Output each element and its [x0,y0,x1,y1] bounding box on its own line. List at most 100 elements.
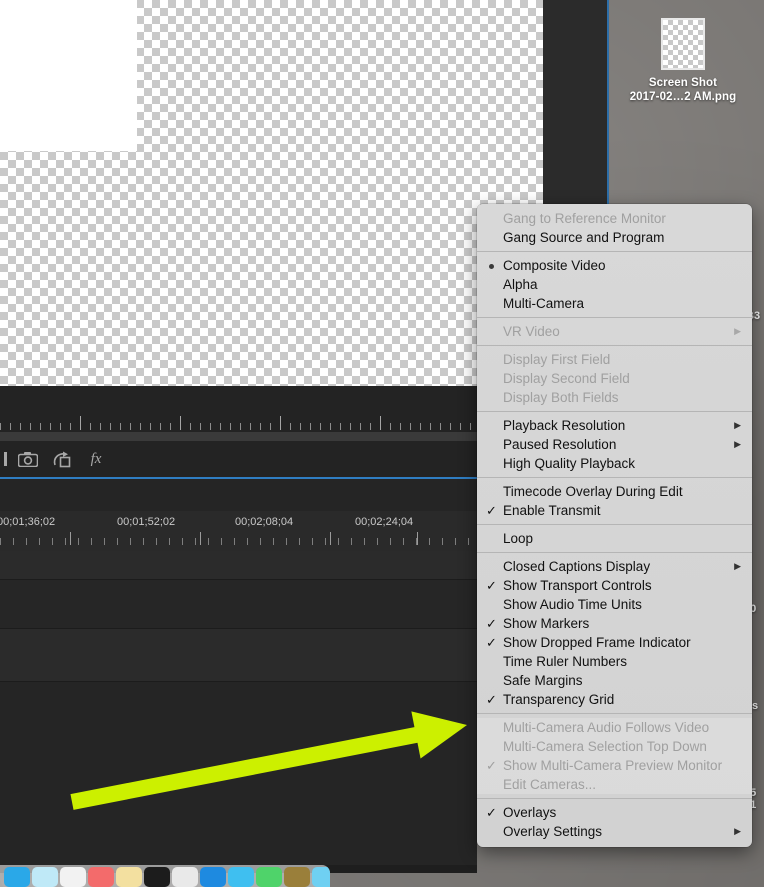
program-monitor-zoom-scrollbar[interactable] [0,432,477,441]
menu-item-enable-transmit[interactable]: ✓ Enable Transmit [477,501,752,520]
macos-dock[interactable] [0,865,330,887]
menu-item-label: Show Transport Controls [503,578,652,593]
desktop-file-label-line2: 2017-02…2 AM.png [629,91,737,103]
screen: Screen Shot 2017-02…2 AM.png B320sa521 1… [0,0,764,887]
menu-item-label: Transparency Grid [503,692,615,707]
menu-group: Timecode Overlay During Edit ✓ Enable Tran… [477,482,752,520]
menu-item-label: Multi-Camera Selection Top Down [503,739,707,754]
dock-item-finder[interactable] [4,867,30,887]
menu-item-label: Show Markers [503,616,590,631]
background-text-fragment: s [752,700,759,712]
menu-item-transparency-grid[interactable]: ✓ Transparency Grid [477,690,752,709]
menu-item-gang-to-reference-monitor: Gang to Reference Monitor [477,209,752,228]
dock-item-messages[interactable] [228,867,254,887]
check-icon: ✓ [486,692,497,707]
menu-item-label: Show Dropped Frame Indicator [503,635,691,650]
menu-item-show-transport-controls[interactable]: ✓ Show Transport Controls [477,576,752,595]
desktop-file-icon[interactable]: Screen Shot 2017-02…2 AM.png [620,18,746,104]
menu-separator [477,552,752,553]
menu-item-label: Enable Transmit [503,503,601,518]
menu-item-alpha[interactable]: Alpha [477,275,752,294]
menu-item-label: Display Both Fields [503,390,619,405]
dock-item-premiere[interactable] [284,867,310,887]
menu-item-overlays[interactable]: ✓ Overlays [477,803,752,822]
menu-group: Gang to Reference Monitor Gang Source and… [477,209,752,247]
menu-item-closed-captions-display[interactable]: Closed Captions Display ▶ [477,557,752,576]
timeline-tracks-area[interactable] [0,551,477,865]
menu-group: Composite Video Alpha Multi-Camera [477,256,752,313]
menu-item-label: Multi-Camera [503,296,585,311]
program-monitor-toolbar [0,386,477,410]
dock-item-notes[interactable] [116,867,142,887]
menu-item-show-audio-time-units[interactable]: Show Audio Time Units [477,595,752,614]
timecode-label: 00;02;08;04 [235,516,294,528]
menu-item-show-dropped-frame-indicator[interactable]: ✓ Show Dropped Frame Indicator [477,633,752,652]
menu-separator [477,345,752,346]
menu-item-label: Gang Source and Program [503,230,665,245]
export-frame-button[interactable] [16,449,40,469]
menu-item-timecode-overlay-during-edit[interactable]: Timecode Overlay During Edit [477,482,752,501]
menu-item-label: Safe Margins [503,673,583,688]
menu-item-label: Overlays [503,805,557,820]
menu-item-overlay-settings[interactable]: Overlay Settings ▶ [477,822,752,841]
submenu-arrow-icon: ▶ [734,439,741,449]
dock-item-preview[interactable] [172,867,198,887]
menu-item-show-markers[interactable]: ✓ Show Markers [477,614,752,633]
menu-item-label: Timecode Overlay During Edit [503,484,683,499]
dock-item-terminal[interactable] [144,867,170,887]
menu-group: Multi-Camera Audio Follows Video Multi-Ca… [477,718,752,794]
menu-item-multi-camera-selection-top-down: Multi-Camera Selection Top Down [477,737,752,756]
check-icon: ✓ [486,805,497,820]
check-icon: ✓ [486,503,497,518]
timeline-time-ruler[interactable]: 00;01;36;02 00;01;52;02 00;02;08;04 00;02;2… [0,511,477,551]
menu-item-safe-margins[interactable]: Safe Margins [477,671,752,690]
submenu-arrow-icon: ▶ [734,561,741,571]
adjacent-panel-dark [543,0,608,204]
menu-item-time-ruler-numbers[interactable]: Time Ruler Numbers [477,652,752,671]
timeline-track-v2[interactable] [0,551,477,579]
menu-item-high-quality-playback[interactable]: High Quality Playback [477,454,752,473]
menu-item-paused-resolution[interactable]: Paused Resolution ▶ [477,435,752,454]
menu-item-composite-video[interactable]: Composite Video [477,256,752,275]
timeline-track-v1[interactable] [0,580,477,628]
menu-item-gang-source-and-program[interactable]: Gang Source and Program [477,228,752,247]
menu-separator [477,411,752,412]
menu-item-label: Paused Resolution [503,437,617,452]
menu-item-display-first-field: Display First Field [477,350,752,369]
timeline-major-ticks [0,532,477,545]
menu-item-label: Overlay Settings [503,824,603,839]
menu-separator [477,477,752,478]
timecode-label: 00;02;24;04 [355,516,414,528]
dock-item-safari[interactable] [32,867,58,887]
check-icon: ✓ [486,578,497,593]
timecode-label: 00;01;36;02 [0,516,56,528]
menu-item-multi-camera-audio-follows-video: Multi-Camera Audio Follows Video [477,718,752,737]
dock-item-mail[interactable] [60,867,86,887]
menu-separator [477,798,752,799]
menu-item-playback-resolution[interactable]: Playback Resolution ▶ [477,416,752,435]
menu-group: VR Video ▶ [477,322,752,341]
menu-item-vr-video: VR Video ▶ [477,322,752,341]
opaque-image-region [0,0,137,151]
submenu-arrow-icon: ▶ [734,826,741,836]
menu-item-loop[interactable]: Loop [477,529,752,548]
menu-item-show-multi-camera-preview-monitor: ✓ Show Multi-Camera Preview Monitor [477,756,752,775]
dock-item-itunes[interactable] [312,867,330,887]
dock-item-appstore[interactable] [200,867,226,887]
check-icon: ✓ [486,616,497,631]
menu-item-label: Display First Field [503,352,611,367]
menu-item-multi-camera[interactable]: Multi-Camera [477,294,752,313]
fx-icon[interactable]: fx [84,449,108,469]
timeline-track-a1[interactable] [0,629,477,681]
program-monitor-settings-menu[interactable]: Gang to Reference Monitor Gang Source and… [477,204,752,847]
comparison-view-button[interactable] [50,449,74,469]
marker-button[interactable] [0,449,12,469]
dock-item-photos[interactable] [88,867,114,887]
menu-group: Display First Field Display Second Field D… [477,350,752,407]
panel-focus-border [607,0,609,204]
program-monitor-time-ruler[interactable] [0,410,477,432]
dock-item-facetime[interactable] [256,867,282,887]
menu-item-display-both-fields: Display Both Fields [477,388,752,407]
timeline-track-a2[interactable] [0,682,477,862]
submenu-arrow-icon: ▶ [734,326,741,336]
